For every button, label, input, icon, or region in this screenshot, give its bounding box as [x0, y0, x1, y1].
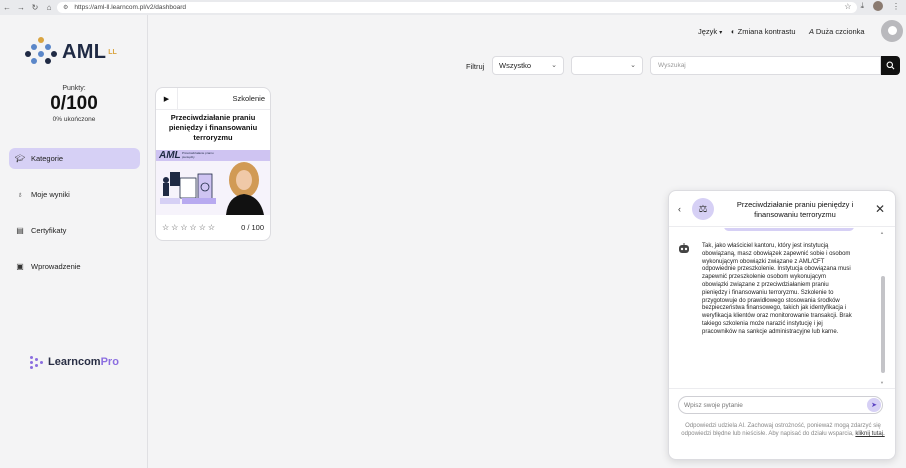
- sidebar: AML LL Punkty: 0/100 0% ukończone 🎓︎ Kat…: [0, 15, 148, 468]
- reload-icon[interactable]: ↻: [28, 3, 42, 12]
- disclaimer-text: Odpowiedzi udziela AI. Zachowaj ostrożno…: [681, 423, 881, 438]
- chat-scrollbar[interactable]: ▲ ▼: [880, 228, 885, 388]
- chevron-down-icon: ⌄: [551, 62, 557, 69]
- browser-profile-avatar[interactable]: [873, 1, 883, 11]
- course-thumbnail: AML Przeciwdziałanie praniu pieniędzy: [156, 150, 270, 215]
- category-select[interactable]: Wszystko ⌄: [492, 56, 564, 75]
- ai-chat-panel: ‹ ⚖ Przeciwdziałanie praniu pieniędzy i …: [668, 190, 896, 460]
- learncom-dots-icon: [30, 356, 44, 369]
- search-input[interactable]: Wyszukaj: [650, 56, 881, 75]
- logo-superscript: LL: [108, 48, 117, 56]
- points-label: Punkty:: [62, 85, 86, 92]
- font-size-icon: A: [809, 27, 816, 36]
- language-selector[interactable]: Język ▾: [698, 27, 722, 36]
- course-card-footer: ☆☆☆☆☆☆ 0 / 100: [156, 215, 270, 240]
- chat-header: ‹ ⚖ Przeciwdziałanie praniu pieniędzy i …: [669, 191, 895, 227]
- top-bar: Język ▾ ◐ Zmiana kontrastu A Duża czcion…: [148, 15, 906, 49]
- filter-label: Filtruj: [466, 62, 485, 71]
- ai-disclaimer: Odpowiedzi udziela AI. Zachowaj ostrożno…: [677, 422, 889, 439]
- course-type: Szkolenie: [232, 94, 265, 103]
- course-card-header: ▶ Szkolenie: [156, 88, 270, 110]
- user-icon: [887, 25, 897, 35]
- chevron-down-icon: ⌄: [630, 62, 636, 69]
- play-button[interactable]: ▶: [156, 88, 178, 110]
- sidebar-item-kategorie[interactable]: 🎓︎ Kategorie: [9, 148, 140, 169]
- user-avatar[interactable]: [881, 20, 903, 42]
- contrast-label: Zmiana kontrastu: [737, 27, 796, 36]
- rating-stars: ☆☆☆☆☆☆: [162, 223, 218, 232]
- address-bar[interactable]: ⚙ https://aml-ll.learncom.pl/v2/dashboar…: [57, 2, 857, 13]
- certificate-icon: ▤: [16, 226, 24, 235]
- scroll-down-icon[interactable]: ▼: [880, 380, 884, 385]
- learncom-text: Learncom: [48, 356, 101, 368]
- support-link[interactable]: kliknij tutaj.: [855, 431, 884, 437]
- back-icon[interactable]: ←: [0, 3, 14, 12]
- contrast-toggle[interactable]: ◐ Zmiana kontrastu: [731, 27, 796, 36]
- language-label: Język: [698, 27, 718, 36]
- app-logo[interactable]: AML LL: [25, 37, 117, 67]
- chat-title: Przeciwdziałanie praniu pieniędzy i fina…: [736, 200, 854, 219]
- sidebar-item-label: Kategorie: [31, 154, 64, 163]
- sidebar-item-certyfikaty[interactable]: ▤ Certyfikaty: [9, 220, 140, 241]
- chat-messages[interactable]: Tak, jako właściciel kantoru, który jest…: [669, 228, 895, 388]
- thumbnail-illustration: [160, 162, 264, 215]
- scrollbar-thumb[interactable]: [881, 276, 885, 373]
- points-value: 0/100: [50, 93, 98, 114]
- logo-dots-icon: [25, 37, 57, 67]
- large-font-label: Duża czcionka: [815, 27, 865, 36]
- chat-question-input[interactable]: Wpisz swoje pytanie: [678, 396, 883, 414]
- large-font-toggle[interactable]: A Duża czcionka: [809, 27, 865, 36]
- contrast-icon: ◐: [731, 27, 738, 36]
- send-button[interactable]: ➤: [867, 398, 881, 412]
- course-title: Przeciwdziałanie praniu pieniędzy i fina…: [168, 113, 258, 142]
- learncom-pro-logo: Learncom Pro: [30, 356, 119, 369]
- download-icon[interactable]: ⤓: [860, 1, 864, 11]
- search-icon: [886, 61, 895, 70]
- caret-down-icon: ▾: [719, 30, 723, 36]
- secondary-select[interactable]: ⌄: [571, 56, 643, 75]
- url-text: https://aml-ll.learncom.pl/v2/dashboard: [74, 4, 187, 11]
- close-icon[interactable]: ✕: [875, 202, 885, 216]
- home-icon[interactable]: ⌂: [42, 3, 56, 12]
- completion-percent: 0% ukończone: [52, 116, 96, 123]
- book-icon: ▣: [16, 262, 24, 271]
- site-info-icon[interactable]: ⚙: [63, 4, 68, 11]
- browser-menu-icon[interactable]: ⋮: [892, 2, 900, 11]
- chat-input-placeholder: Wpisz swoje pytanie: [684, 401, 743, 409]
- bot-message: Tak, jako właściciel kantoru, który jest…: [702, 243, 852, 335]
- medal-icon: ♁: [17, 190, 23, 199]
- scroll-up-icon[interactable]: ▲: [880, 230, 884, 235]
- category-select-value: Wszystko: [499, 61, 532, 70]
- play-icon: ▶: [163, 95, 170, 103]
- search-placeholder: Wyszukaj: [658, 62, 686, 69]
- browser-toolbar: ← → ↻ ⌂ ⚙ https://aml-ll.learncom.pl/v2/…: [0, 0, 906, 15]
- logo-text: AML: [62, 40, 107, 63]
- sidebar-item-label: Wprowadzenie: [31, 262, 81, 271]
- sidebar-item-label: Certyfikaty: [31, 226, 67, 235]
- sidebar-item-label: Moje wyniki: [31, 190, 70, 199]
- previous-user-message: [724, 228, 854, 231]
- send-icon: ➤: [871, 402, 877, 409]
- bookmark-star-icon[interactable]: ☆: [844, 2, 851, 11]
- sidebar-item-wprowadzenie[interactable]: ▣ Wprowadzenie: [9, 256, 140, 277]
- bot-icon: [678, 243, 691, 255]
- scales-icon: ⚖: [692, 198, 714, 220]
- course-card[interactable]: ▶ Szkolenie Przeciwdziałanie praniu pien…: [155, 87, 271, 241]
- sidebar-item-moje-wyniki[interactable]: ♁ Moje wyniki: [9, 184, 140, 205]
- search-button[interactable]: [881, 56, 900, 75]
- sidebar-menu: 🎓︎ Kategorie ♁ Moje wyniki ▤ Certyfikaty…: [9, 148, 140, 292]
- pro-text: Pro: [100, 356, 119, 368]
- forward-icon[interactable]: →: [14, 3, 28, 12]
- course-score: 0 / 100: [241, 223, 264, 232]
- graduation-cap-icon: 🎓︎: [14, 154, 26, 163]
- chevron-left-icon[interactable]: ‹: [678, 204, 681, 214]
